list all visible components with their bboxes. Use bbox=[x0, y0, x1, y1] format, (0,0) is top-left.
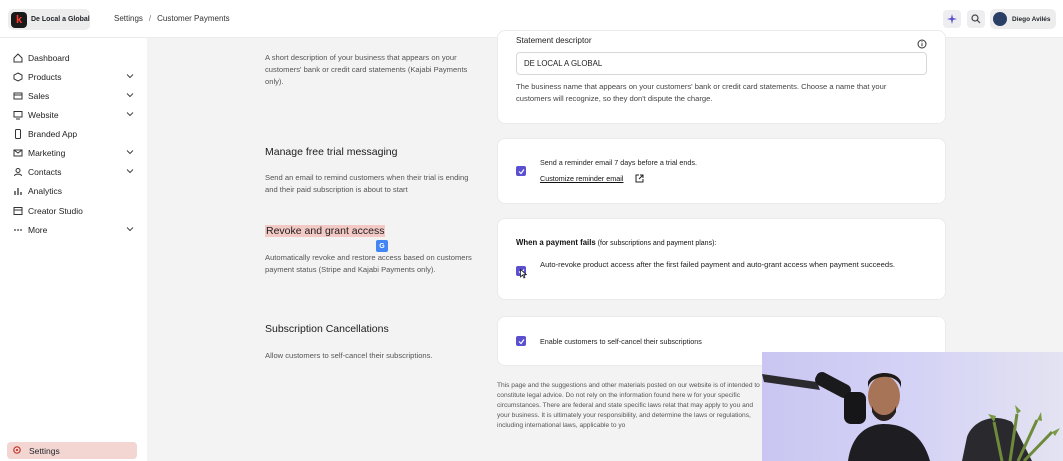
trial-reminder-label: Send a reminder email 7 days before a tr… bbox=[540, 158, 698, 167]
trial-reminder-checkbox[interactable] bbox=[516, 166, 526, 176]
checkmark-icon bbox=[518, 168, 524, 174]
chevron-down-icon bbox=[126, 74, 134, 79]
chevron-down-icon bbox=[126, 227, 134, 232]
sidebar-item-label: Branded App bbox=[28, 129, 78, 139]
access-section-title: Revoke and grant access bbox=[265, 225, 386, 237]
statement-help-text: The business name that appears on your c… bbox=[516, 82, 887, 103]
brand-name: De Local a Global bbox=[31, 16, 90, 23]
breadcrumb-separator: / bbox=[148, 14, 152, 23]
search-icon bbox=[971, 14, 981, 24]
sidebar-item-sales[interactable]: Sales bbox=[12, 88, 136, 104]
sidebar-item-label: Products bbox=[28, 72, 62, 82]
statement-descriptor-input[interactable]: DE LOCAL A GLOBAL bbox=[516, 52, 927, 75]
presenter-video-image bbox=[762, 372, 1060, 461]
external-link-icon[interactable] bbox=[635, 174, 644, 183]
statement-left-description: A short description of your business tha… bbox=[265, 53, 468, 86]
contacts-icon bbox=[12, 167, 23, 178]
sidebar-item-label: Creator Studio bbox=[28, 206, 83, 216]
mouse-cursor-icon bbox=[520, 269, 527, 279]
chevron-down-icon bbox=[126, 93, 134, 98]
sidebar-item-label: Sales bbox=[28, 91, 50, 101]
chevron-down-icon bbox=[126, 112, 134, 117]
trial-card bbox=[497, 138, 946, 204]
cancel-section-title: Subscription Cancellations bbox=[265, 323, 389, 335]
search-button[interactable] bbox=[967, 10, 985, 28]
monitor-icon bbox=[12, 110, 23, 121]
sidebar-item-contacts[interactable]: Contacts bbox=[12, 164, 136, 180]
chevron-down-icon bbox=[126, 150, 134, 155]
payment-fails-note: (for subscriptions and payment plans): bbox=[595, 240, 717, 247]
trial-section-title: Manage free trial messaging bbox=[265, 146, 398, 158]
sidebar-item-label: Analytics bbox=[28, 186, 63, 196]
translate-icon[interactable]: G bbox=[376, 240, 388, 252]
customize-reminder-email-link[interactable]: Customize reminder email bbox=[540, 174, 623, 183]
sidebar-item-label: Marketing bbox=[28, 148, 66, 158]
brand-switcher[interactable]: k De Local a Global bbox=[8, 9, 90, 30]
self-cancel-checkbox[interactable] bbox=[516, 336, 526, 346]
sidebar-item-products[interactable]: Products bbox=[12, 69, 136, 85]
breadcrumb-current: Customer Payments bbox=[157, 14, 230, 23]
webcam-overlay bbox=[762, 352, 1063, 461]
sidebar-item-marketing[interactable]: Marketing bbox=[12, 145, 136, 161]
home-icon bbox=[12, 53, 23, 64]
gear-icon bbox=[12, 445, 23, 456]
sidebar-item-label: Contacts bbox=[28, 167, 62, 177]
user-name: Diego Avilés bbox=[1012, 15, 1051, 23]
trial-section-description: Send an email to remind customers when t… bbox=[265, 173, 469, 194]
auto-revoke-label: Auto-revoke product access after the fir… bbox=[540, 260, 895, 269]
chart-icon bbox=[12, 186, 23, 197]
avatar bbox=[993, 12, 1007, 26]
sidebar-item-analytics[interactable]: Analytics bbox=[12, 183, 136, 199]
kajabi-logo-icon: k bbox=[11, 11, 27, 28]
more-icon bbox=[12, 225, 23, 236]
statement-field-label: Statement descriptor bbox=[516, 36, 592, 45]
card-icon bbox=[12, 91, 23, 102]
checkmark-icon bbox=[518, 338, 524, 344]
sidebar-item-label: Dashboard bbox=[28, 53, 70, 63]
sidebar-item-settings[interactable]: Settings bbox=[7, 442, 137, 459]
sidebar-item-label: Settings bbox=[29, 445, 60, 456]
chevron-down-icon bbox=[126, 169, 134, 174]
mail-icon bbox=[12, 148, 23, 159]
sidebar-item-label: More bbox=[28, 225, 48, 235]
box-icon bbox=[12, 72, 23, 83]
self-cancel-label: Enable customers to self-cancel their su… bbox=[540, 337, 702, 346]
payment-fails-bold: When a payment fails bbox=[516, 238, 596, 247]
sidebar-item-branded-app[interactable]: Branded App bbox=[12, 126, 136, 142]
user-menu[interactable]: Diego Avilés bbox=[990, 9, 1056, 29]
cancel-section-description: Allow customers to self-cancel their sub… bbox=[265, 351, 433, 360]
studio-icon bbox=[12, 206, 23, 217]
payment-fails-heading: When a payment fails (for subscriptions … bbox=[516, 238, 716, 247]
sidebar-item-label: Website bbox=[28, 110, 59, 120]
phone-icon bbox=[12, 129, 23, 140]
breadcrumb-settings[interactable]: Settings bbox=[114, 14, 143, 23]
sidebar-item-more[interactable]: More bbox=[12, 222, 136, 238]
sidebar-item-website[interactable]: Website bbox=[12, 107, 136, 123]
sparkle-icon bbox=[947, 14, 957, 24]
ai-assistant-button[interactable] bbox=[943, 10, 961, 28]
access-section-description: Automatically revoke and restore access … bbox=[265, 253, 472, 274]
sidebar-item-creator-studio[interactable]: Creator Studio bbox=[12, 203, 136, 219]
legal-disclaimer: This page and the suggestions and other … bbox=[497, 382, 760, 429]
sidebar-item-dashboard[interactable]: Dashboard bbox=[12, 50, 136, 66]
info-icon[interactable] bbox=[917, 39, 927, 49]
breadcrumb: Settings / Customer Payments bbox=[114, 14, 230, 23]
